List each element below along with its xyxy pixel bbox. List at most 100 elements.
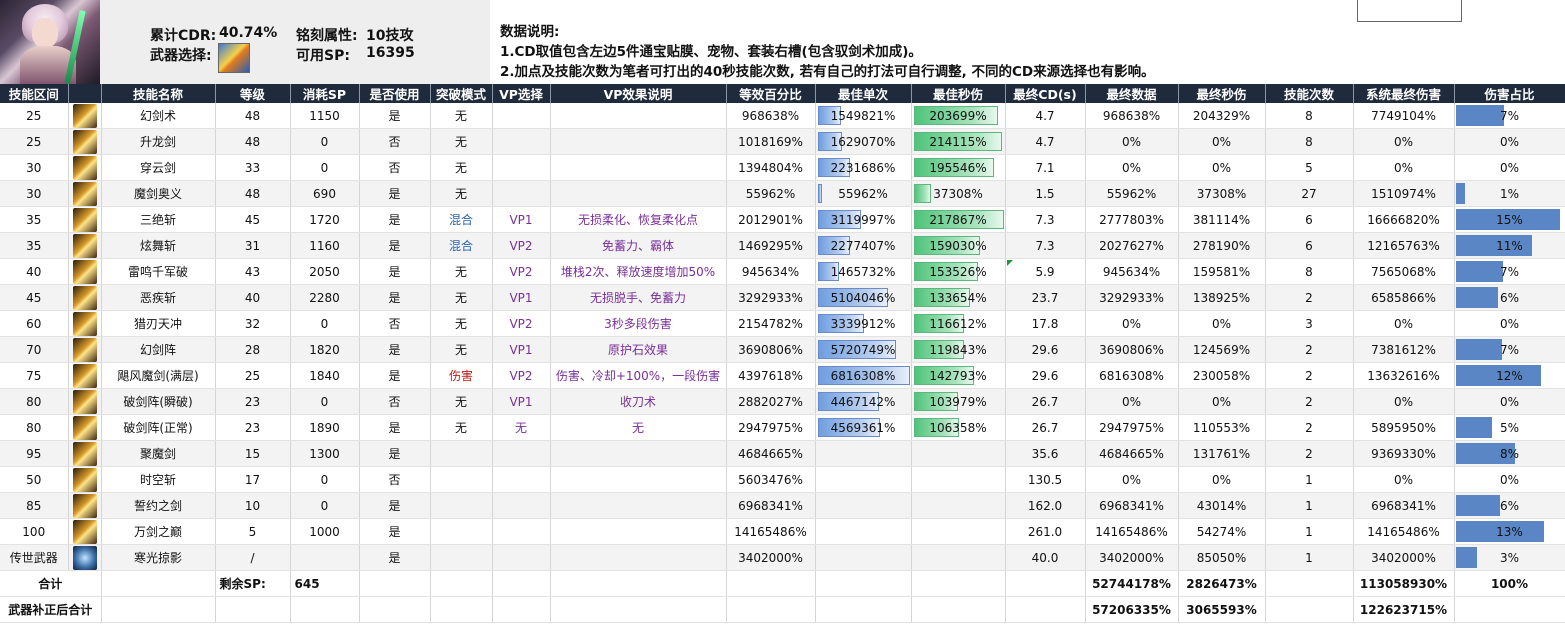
best-single-cell[interactable] xyxy=(815,466,912,493)
system-damage-cell[interactable]: 3402000% xyxy=(1353,544,1455,571)
skill-icon-cell[interactable] xyxy=(68,154,102,181)
empty-cell[interactable] xyxy=(1265,596,1354,623)
sp-cost-cell[interactable]: 690 xyxy=(290,180,360,207)
system-damage-cell[interactable]: 0% xyxy=(1353,128,1455,155)
skill-count-cell[interactable]: 2 xyxy=(1265,414,1354,441)
skill-range-cell[interactable]: 30 xyxy=(0,154,69,181)
damage-share-cell[interactable]: 7% xyxy=(1454,336,1565,363)
best-dps-cell[interactable]: 203699% xyxy=(911,103,1006,129)
empty-cell[interactable] xyxy=(815,596,912,623)
break-mode-cell[interactable]: 无 xyxy=(430,284,493,311)
vp-desc-cell[interactable]: 原护石效果 xyxy=(550,336,727,363)
level-cell[interactable]: 25 xyxy=(215,362,291,389)
level-cell[interactable]: 32 xyxy=(215,310,291,337)
empty-cell[interactable] xyxy=(492,596,551,623)
used-cell[interactable]: 是 xyxy=(359,103,431,129)
vp-choice-cell[interactable]: VP1 xyxy=(492,284,551,311)
damage-share-cell[interactable]: 6% xyxy=(1454,492,1565,519)
system-damage-cell[interactable]: 9369330% xyxy=(1353,440,1455,467)
level-cell[interactable]: / xyxy=(215,544,291,571)
total-final-dps[interactable]: 2826473% xyxy=(1178,570,1266,597)
best-dps-cell[interactable] xyxy=(911,544,1006,571)
final-dps-cell[interactable]: 0% xyxy=(1178,128,1266,155)
break-mode-cell[interactable]: 伤害 xyxy=(430,362,493,389)
final-cd-cell[interactable]: 26.7 xyxy=(1005,388,1086,415)
sp-cost-cell[interactable]: 2280 xyxy=(290,284,360,311)
remaining-sp-label[interactable]: 剩余SP: xyxy=(215,570,291,597)
best-single-cell[interactable]: 1629070% xyxy=(815,128,912,155)
vp-choice-cell[interactable] xyxy=(492,103,551,129)
vp-desc-cell[interactable] xyxy=(550,466,727,493)
vp-choice-cell[interactable]: VP2 xyxy=(492,232,551,259)
skill-icon-cell[interactable] xyxy=(68,492,102,519)
used-cell[interactable]: 是 xyxy=(359,336,431,363)
skill-name-cell[interactable]: 升龙剑 xyxy=(101,128,216,155)
skill-count-cell[interactable]: 8 xyxy=(1265,258,1354,285)
final-dps-cell[interactable]: 278190% xyxy=(1178,232,1266,259)
col-system-damage[interactable]: 系统最终伤害 xyxy=(1353,84,1455,103)
damage-share-cell[interactable]: 0% xyxy=(1454,310,1565,337)
skill-icon-cell[interactable] xyxy=(68,258,102,285)
skill-range-cell[interactable]: 25 xyxy=(0,103,69,129)
skill-icon-cell[interactable] xyxy=(68,440,102,467)
vp-desc-cell[interactable] xyxy=(550,154,727,181)
damage-share-cell[interactable]: 0% xyxy=(1454,388,1565,415)
final-data-cell[interactable]: 14165486% xyxy=(1085,518,1179,545)
skill-name-cell[interactable]: 穿云剑 xyxy=(101,154,216,181)
equiv-percent-cell[interactable]: 968638% xyxy=(726,103,816,129)
used-cell[interactable]: 是 xyxy=(359,492,431,519)
sp-cost-cell[interactable] xyxy=(290,544,360,571)
break-mode-cell[interactable]: 无 xyxy=(430,103,493,129)
empty-cell[interactable] xyxy=(430,570,493,597)
best-dps-cell[interactable]: 133654% xyxy=(911,284,1006,311)
adjusted-final-data[interactable]: 57206335% xyxy=(1085,596,1179,623)
damage-share-cell[interactable]: 7% xyxy=(1454,103,1565,129)
system-damage-cell[interactable]: 7381612% xyxy=(1353,336,1455,363)
adjusted-total-label[interactable]: 武器补正后合计 xyxy=(0,596,102,623)
equiv-percent-cell[interactable]: 5603476% xyxy=(726,466,816,493)
used-cell[interactable]: 是 xyxy=(359,414,431,441)
skill-range-cell[interactable]: 100 xyxy=(0,518,69,545)
remaining-sp-value[interactable]: 645 xyxy=(290,570,360,597)
final-dps-cell[interactable]: 0% xyxy=(1178,310,1266,337)
skill-name-cell[interactable]: 飓风魔剑(满层) xyxy=(101,362,216,389)
skill-count-cell[interactable]: 3 xyxy=(1265,310,1354,337)
equiv-percent-cell[interactable]: 3402000% xyxy=(726,544,816,571)
damage-share-cell[interactable]: 13% xyxy=(1454,518,1565,545)
empty-cell[interactable] xyxy=(290,596,360,623)
empty-cell-box[interactable] xyxy=(1357,0,1462,22)
total-label[interactable]: 合计 xyxy=(0,570,102,597)
final-data-cell[interactable]: 945634% xyxy=(1085,258,1179,285)
final-data-cell[interactable]: 3690806% xyxy=(1085,336,1179,363)
vp-choice-cell[interactable] xyxy=(492,154,551,181)
equiv-percent-cell[interactable]: 945634% xyxy=(726,258,816,285)
skill-range-cell[interactable]: 85 xyxy=(0,492,69,519)
best-single-cell[interactable] xyxy=(815,440,912,467)
used-cell[interactable]: 是 xyxy=(359,284,431,311)
best-single-cell[interactable]: 6816308% xyxy=(815,362,912,389)
sp-cost-cell[interactable]: 0 xyxy=(290,154,360,181)
skill-range-cell[interactable]: 30 xyxy=(0,180,69,207)
final-cd-cell[interactable]: 7.3 xyxy=(1005,232,1086,259)
best-dps-cell[interactable]: 37308% xyxy=(911,180,1006,207)
final-dps-cell[interactable]: 124569% xyxy=(1178,336,1266,363)
skill-range-cell[interactable]: 80 xyxy=(0,388,69,415)
col-used[interactable]: 是否使用 xyxy=(359,84,431,103)
best-single-cell[interactable]: 5720749% xyxy=(815,336,912,363)
used-cell[interactable]: 否 xyxy=(359,128,431,155)
damage-share-cell[interactable]: 1% xyxy=(1454,180,1565,207)
used-cell[interactable]: 是 xyxy=(359,362,431,389)
break-mode-cell[interactable]: 无 xyxy=(430,180,493,207)
final-cd-cell[interactable]: 5.9 xyxy=(1005,258,1086,285)
damage-share-cell[interactable]: 0% xyxy=(1454,466,1565,493)
weapon-select-icon[interactable] xyxy=(218,43,250,73)
final-data-cell[interactable]: 2777803% xyxy=(1085,206,1179,233)
system-damage-cell[interactable]: 6585866% xyxy=(1353,284,1455,311)
system-damage-cell[interactable]: 14165486% xyxy=(1353,518,1455,545)
vp-choice-cell[interactable]: VP1 xyxy=(492,336,551,363)
damage-share-cell[interactable]: 11% xyxy=(1454,232,1565,259)
level-cell[interactable]: 48 xyxy=(215,128,291,155)
skill-count-cell[interactable]: 1 xyxy=(1265,492,1354,519)
skill-name-cell[interactable]: 炫舞斩 xyxy=(101,232,216,259)
damage-share-cell[interactable]: 6% xyxy=(1454,284,1565,311)
